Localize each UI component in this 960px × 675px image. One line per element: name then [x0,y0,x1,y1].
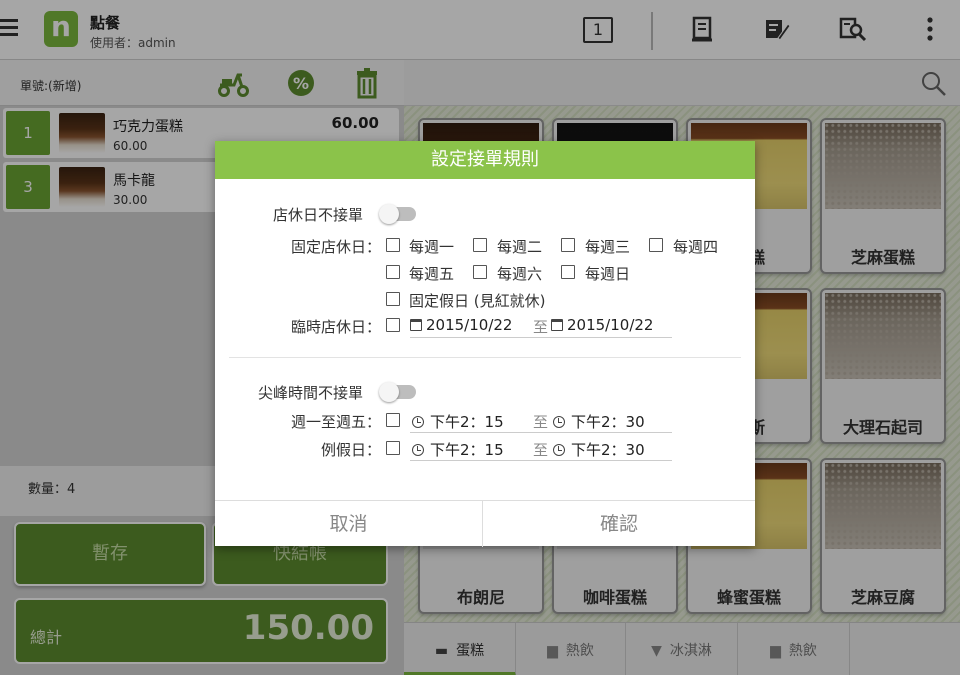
weekday-from-value: 下午2：15 [430,413,504,431]
temp-to-value: 2015/10/22 [567,316,654,334]
holiday-range-checkbox[interactable] [386,441,400,455]
weekday-checkbox-sat[interactable] [473,265,487,279]
temp-closed-checkbox[interactable] [386,318,400,332]
calendar-icon [410,319,422,331]
holiday-from-value: 下午2：15 [430,441,504,459]
section-divider [229,357,741,358]
temp-closed-label: 臨時店休日： [290,318,381,336]
peak-toggle[interactable] [379,382,416,402]
temp-to-date[interactable]: 2015/10/22 [551,316,653,334]
clock-icon [412,416,424,428]
temp-from-date[interactable]: 2015/10/22 [410,316,512,334]
confirm-button[interactable]: 確認 [483,501,755,547]
weekday-range-checkbox[interactable] [386,413,400,427]
holiday-to-value: 下午2：30 [571,441,645,459]
dialog-footer: 取消 確認 [215,500,755,547]
weekday-range-label: 週一至週五： [290,413,381,431]
weekday-label: 每週五 [409,265,455,283]
holiday-to-time[interactable]: 下午2：30 [553,439,645,460]
time-underline [410,432,672,433]
weekday-from-time[interactable]: 下午2：15 [412,411,504,432]
time-underline [410,460,672,461]
weekday-checkbox-sun[interactable] [561,265,575,279]
weekday-to-time[interactable]: 下午2：30 [553,411,645,432]
date-underline [410,337,672,338]
weekday-label: 每週六 [497,265,543,283]
weekday-label: 每週一 [409,238,455,256]
weekday-checkbox-thu[interactable] [649,238,663,252]
weekday-label: 每週二 [497,238,543,256]
temp-from-value: 2015/10/22 [426,316,513,334]
clock-icon [412,444,424,456]
closed-day-toggle-label: 店休日不接單 [272,206,363,224]
to-separator: 至 [533,413,549,431]
weekday-to-value: 下午2：30 [571,413,645,431]
weekday-label: 每週三 [585,238,631,256]
weekday-checkbox-fri[interactable] [386,265,400,279]
to-separator: 至 [533,318,549,336]
closed-day-toggle[interactable] [379,204,416,224]
holiday-checkbox[interactable] [386,292,400,306]
holiday-from-time[interactable]: 下午2：15 [412,439,504,460]
peak-toggle-label: 尖峰時間不接單 [257,384,363,402]
to-separator: 至 [533,441,549,459]
holiday-option-label: 固定假日 (見紅就休) [409,292,546,310]
dialog-title: 設定接單規則 [215,141,755,179]
holiday-range-label: 例假日： [320,441,381,459]
calendar-icon [551,319,563,331]
cancel-button[interactable]: 取消 [215,501,483,547]
weekday-checkbox-tue[interactable] [473,238,487,252]
weekday-checkbox-wed[interactable] [561,238,575,252]
fixed-closed-label: 固定店休日： [290,238,381,256]
clock-icon [553,416,565,428]
weekday-label: 每週四 [673,238,719,256]
clock-icon [553,444,565,456]
weekday-label: 每週日 [585,265,631,283]
weekday-checkbox-mon[interactable] [386,238,400,252]
order-rules-dialog: 設定接單規則 店休日不接單 固定店休日： 每週一 每週二 每週三 每週四 每週五… [215,141,755,547]
